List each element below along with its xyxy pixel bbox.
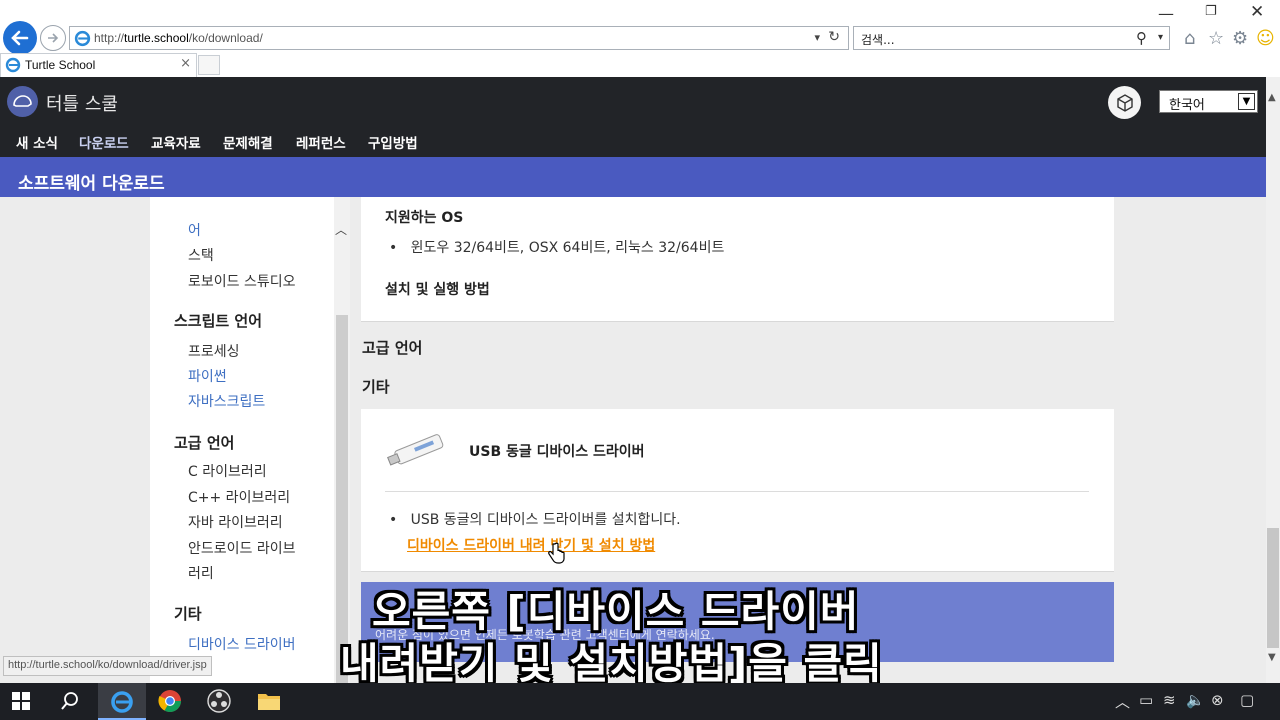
chevron-down-icon: ▼ xyxy=(1238,93,1255,110)
chrome-icon[interactable] xyxy=(158,689,182,713)
section-etc: 기타 xyxy=(362,378,390,396)
nav-reference[interactable]: 레퍼런스 xyxy=(296,132,346,152)
language-select[interactable]: 한국어 ▼ xyxy=(1159,90,1258,113)
logo-icon[interactable] xyxy=(7,86,38,117)
sidebar-item-python[interactable]: 파이썬 xyxy=(188,366,227,386)
sidebar-item-javascript[interactable]: 자바스크립트 xyxy=(188,391,265,411)
new-tab-button[interactable] xyxy=(198,55,220,75)
sidebar-item-cpp-library[interactable]: C++ 라이브러리 xyxy=(188,487,290,507)
usb-driver-card: USB 동글 디바이스 드라이버 • USB 동글의 디바이스 드라이버를 설치… xyxy=(361,409,1114,572)
chevron-down-icon[interactable]: ▾ xyxy=(814,31,820,44)
page-title: 소프트웨어 다운로드 xyxy=(18,174,165,194)
subtitle-line-2: 내려받기 및 설치방법]을 클릭 xyxy=(340,639,883,688)
sidebar-item-processing[interactable]: 프로세싱 xyxy=(188,341,240,361)
sidebar-heading-script: 스크립트 언어 xyxy=(174,312,263,330)
language-value: 한국어 xyxy=(1169,98,1205,113)
nav-purchase[interactable]: 구입방법 xyxy=(368,132,418,152)
refresh-icon[interactable]: ↻ xyxy=(828,29,840,45)
notification-x-icon[interactable]: ⊗ xyxy=(1211,691,1224,709)
battery-icon[interactable]: ▭ xyxy=(1139,691,1153,709)
folder-icon[interactable] xyxy=(257,690,281,712)
driver-download-link[interactable]: 디바이스 드라이버 내려 받기 및 설치 방법 xyxy=(407,535,655,555)
star-icon[interactable]: ☆ xyxy=(1208,28,1224,49)
page-banner: 소프트웨어 다운로드 xyxy=(0,157,1266,197)
action-center-icon[interactable]: ▢ xyxy=(1240,691,1254,709)
search-box[interactable]: 검색... ⚲ ▾ xyxy=(853,26,1170,50)
sidebar-item-android-library-cont[interactable]: 러리 xyxy=(188,563,214,583)
speaker-icon[interactable]: 🔈 xyxy=(1186,691,1205,709)
ie-icon xyxy=(111,691,133,713)
search-icon[interactable]: ⚲ xyxy=(1136,29,1147,47)
sidebar-item-device-driver[interactable]: 디바이스 드라이버 xyxy=(188,634,296,654)
logo-text[interactable]: 터틀 스쿨 xyxy=(46,90,118,116)
nav-news[interactable]: 새 소식 xyxy=(16,132,58,152)
sidebar: 어 스택 로보이드 스튜디오 스크립트 언어 프로세싱 파이썬 자바스크립트 고… xyxy=(150,197,334,683)
arrow-left-icon xyxy=(11,30,29,46)
minimize-button[interactable]: — xyxy=(1158,4,1174,23)
status-bar-url: http://turtle.school/ko/download/driver.… xyxy=(3,656,212,676)
nav-troubleshooting[interactable]: 문제해결 xyxy=(223,132,273,152)
sidebar-item-roboid-studio[interactable]: 로보이드 스튜디오 xyxy=(188,271,296,291)
sidebar-item-stack[interactable]: 스택 xyxy=(188,245,214,265)
search-input[interactable]: 검색... xyxy=(861,31,895,48)
smiley-icon[interactable]: ☺ xyxy=(1256,28,1275,49)
windows-start-icon[interactable] xyxy=(12,692,30,710)
address-bar[interactable]: http://turtle.school/ko/download/ ▾ ↻ xyxy=(69,26,849,50)
section-high-level: 고급 언어 xyxy=(362,339,423,357)
home-icon[interactable]: ⌂ xyxy=(1184,28,1195,49)
list-item: • USB 동글의 디바이스 드라이버를 설치합니다. xyxy=(389,512,681,528)
nav-download[interactable]: 다운로드 xyxy=(79,132,129,152)
page-scrollbar-thumb[interactable] xyxy=(1267,528,1279,648)
taskbar xyxy=(0,683,1280,720)
package-icon[interactable] xyxy=(1108,86,1141,119)
install-heading: 설치 및 실행 방법 xyxy=(385,282,490,298)
supported-os-heading: 지원하는 OS xyxy=(385,210,464,226)
wifi-icon[interactable]: ≋ xyxy=(1163,691,1176,709)
ie-icon xyxy=(5,57,21,73)
sidebar-item-android-library[interactable]: 안드로이드 라이브 xyxy=(188,538,296,558)
taskbar-ie[interactable] xyxy=(98,683,146,720)
obs-icon[interactable] xyxy=(207,689,231,713)
sidebar-item[interactable]: 어 xyxy=(188,220,201,240)
chevron-down-icon[interactable]: ▼ xyxy=(1268,652,1276,663)
chevron-up-icon[interactable]: ︿ xyxy=(1115,691,1130,712)
usb-driver-title: USB 동글 디바이스 드라이버 xyxy=(469,444,645,460)
close-icon[interactable]: × xyxy=(180,56,191,71)
chevron-up-icon[interactable]: ▲ xyxy=(1268,92,1276,103)
list-item: • 윈도우 32/64비트, OSX 64비트, 리눅스 32/64비트 xyxy=(389,240,725,256)
ie-icon xyxy=(74,30,91,47)
software-card: 지원하는 OS • 윈도우 32/64비트, OSX 64비트, 리눅스 32/… xyxy=(361,197,1114,322)
back-button[interactable] xyxy=(3,21,37,55)
usb-dongle-icon xyxy=(387,434,444,466)
chevron-up-icon[interactable]: ︿ xyxy=(335,221,347,238)
tab-title: Turtle School xyxy=(25,58,96,72)
divider xyxy=(385,491,1089,492)
sidebar-heading-high-level: 고급 언어 xyxy=(174,434,235,452)
chevron-down-icon[interactable]: ▾ xyxy=(1158,32,1163,43)
arrow-right-icon xyxy=(48,33,59,43)
nav-education[interactable]: 교육자료 xyxy=(151,132,201,152)
hand-cursor-icon xyxy=(548,542,565,564)
search-icon[interactable] xyxy=(60,691,80,711)
sidebar-scrollbar-thumb[interactable] xyxy=(336,315,348,683)
sidebar-heading-etc: 기타 xyxy=(174,605,202,623)
sidebar-item-c-library[interactable]: C 라이브러리 xyxy=(188,461,267,481)
browser-tab[interactable]: Turtle School × xyxy=(0,53,197,77)
forward-button[interactable] xyxy=(40,25,66,51)
address-text: http://turtle.school/ko/download/ xyxy=(94,31,263,45)
gear-icon[interactable]: ⚙ xyxy=(1232,28,1248,49)
sidebar-item-java-library[interactable]: 자바 라이브러리 xyxy=(188,512,283,532)
restore-button[interactable]: ❐ xyxy=(1205,4,1217,19)
close-window-button[interactable]: ✕ xyxy=(1250,2,1264,22)
